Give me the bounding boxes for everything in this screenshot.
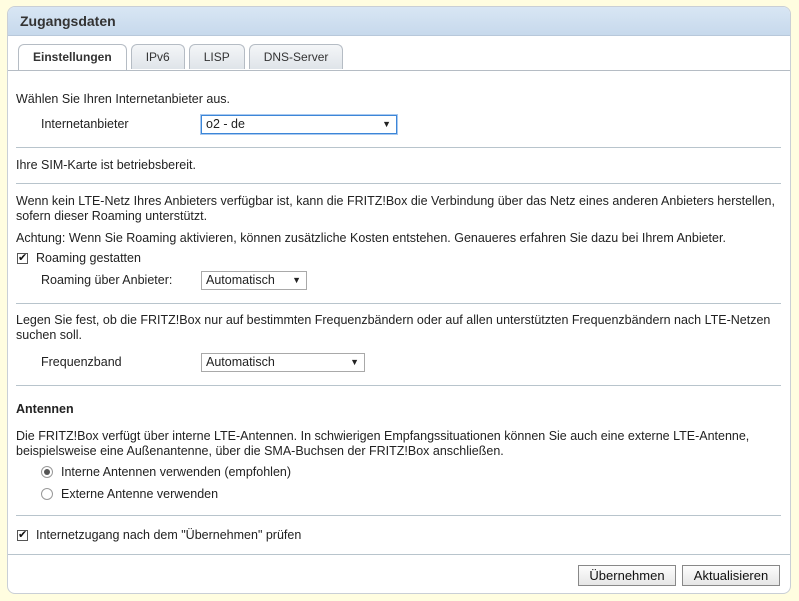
divider (16, 183, 781, 184)
roaming-checkbox[interactable]: ✔ (17, 253, 28, 264)
internal-antenna-label: Interne Antennen verwenden (empfohlen) (61, 465, 292, 479)
frequency-info: Legen Sie fest, ob die FRITZ!Box nur auf… (16, 313, 771, 342)
triangle-down-icon: ▼ (350, 357, 359, 367)
settings-panel: Zugangsdaten Einstellungen IPv6 LISP DNS… (7, 6, 791, 594)
antennas-info: Die FRITZ!Box verfügt über interne LTE-A… (16, 429, 750, 458)
internal-antenna-radio[interactable] (41, 466, 53, 478)
page-title: Zugangsdaten (8, 7, 790, 36)
check-internet-label: Internetzugang nach dem "Übernehmen" prü… (36, 528, 302, 542)
tab-lisp[interactable]: LISP (188, 44, 245, 69)
apply-button[interactable]: Übernehmen (578, 565, 676, 586)
triangle-down-icon: ▼ (382, 119, 391, 129)
check-icon: ✔ (18, 529, 28, 541)
divider (16, 147, 781, 148)
provider-intro: Wählen Sie Ihren Internetanbieter aus. (16, 92, 231, 106)
frequency-select-value: Automatisch (206, 355, 275, 369)
triangle-down-icon: ▼ (292, 275, 301, 285)
tab-ipv6[interactable]: IPv6 (130, 44, 185, 69)
check-icon: ✔ (18, 252, 28, 264)
external-antenna-radio[interactable] (41, 488, 53, 500)
divider (8, 554, 790, 555)
tab-divider (8, 70, 790, 71)
roaming-provider-select[interactable]: Automatisch ▼ (201, 271, 307, 290)
divider (16, 303, 781, 304)
check-internet-checkbox[interactable]: ✔ (17, 530, 28, 541)
roaming-warning: Achtung: Wenn Sie Roaming aktivieren, kö… (16, 231, 726, 245)
refresh-button[interactable]: Aktualisieren (682, 565, 780, 586)
tab-einstellungen[interactable]: Einstellungen (18, 44, 127, 71)
external-antenna-label: Externe Antenne verwenden (61, 487, 219, 501)
tab-bar: Einstellungen IPv6 LISP DNS-Server (18, 44, 344, 71)
roaming-allow-label: Roaming gestatten (36, 251, 141, 265)
frequency-label: Frequenzband (41, 355, 122, 369)
provider-select-value: o2 - de (206, 117, 245, 131)
divider (16, 385, 781, 386)
roaming-via-label: Roaming über Anbieter: (41, 273, 173, 287)
tab-dns-server[interactable]: DNS-Server (248, 44, 344, 69)
antennas-heading: Antennen (16, 402, 74, 416)
divider (16, 515, 781, 516)
provider-label: Internetanbieter (41, 117, 129, 131)
roaming-info: Wenn kein LTE-Netz Ihres Anbieters verfü… (16, 194, 775, 223)
frequency-select[interactable]: Automatisch ▼ (201, 353, 365, 372)
roaming-select-value: Automatisch (206, 273, 275, 287)
provider-select[interactable]: o2 - de ▼ (201, 115, 397, 134)
sim-status: Ihre SIM-Karte ist betriebsbereit. (16, 158, 196, 172)
